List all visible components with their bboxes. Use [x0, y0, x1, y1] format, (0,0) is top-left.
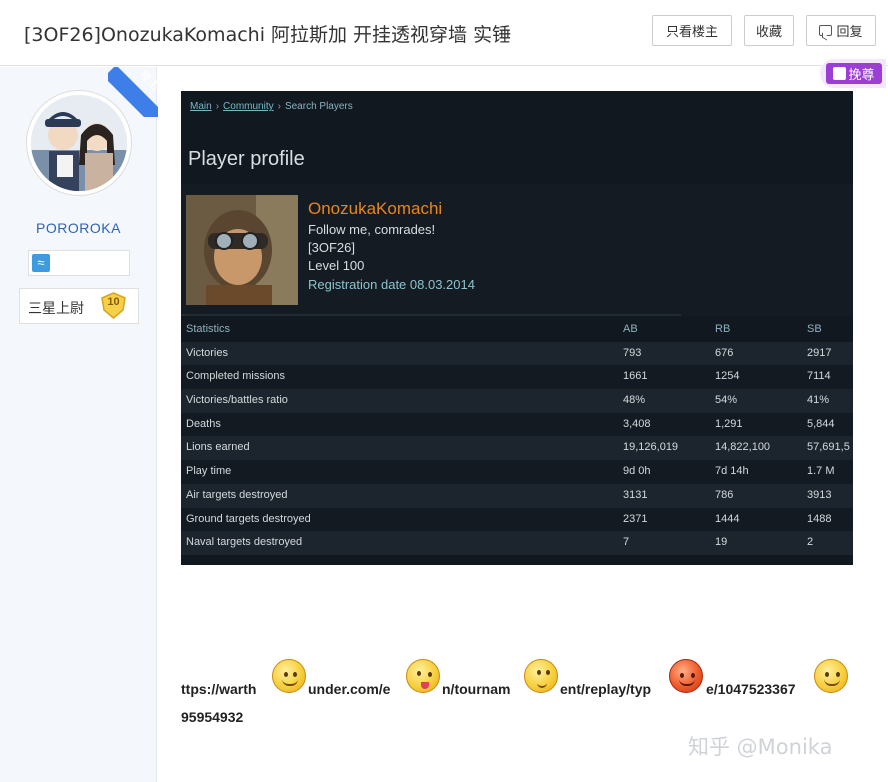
player-profile-screenshot: Main › Community › Search Players Player pro… — [181, 91, 853, 565]
table-cell: 9d 0h — [623, 465, 651, 478]
angry-emoji-icon — [669, 659, 703, 693]
breadcrumb-main: Main — [190, 101, 212, 112]
table-cell: 3913 — [807, 488, 832, 501]
table-cell: Air targets destroyed — [186, 488, 288, 501]
author-username[interactable]: POROROKA — [0, 220, 157, 236]
table-cell: 7114 — [807, 370, 831, 383]
table-cell: 7d 14h — [715, 465, 749, 478]
table-cell: 1.7 M — [807, 465, 835, 478]
table-cell: Deaths — [186, 417, 221, 430]
table-row: Naval targets destroyed 7 19 2 — [181, 531, 853, 555]
table-row: Ground targets destroyed 2371 1444 1488 — [181, 507, 853, 532]
profile-title: Player profile — [188, 148, 305, 170]
table-cell: 1444 — [715, 512, 740, 525]
column-header: AB — [623, 323, 638, 335]
only-op-button[interactable]: 只看楼主 — [652, 15, 732, 46]
table-cell: 48% — [623, 394, 646, 407]
table-cell: Ground targets destroyed — [186, 512, 311, 525]
table-cell: Play time — [186, 465, 232, 478]
table-cell: Naval targets destroyed — [186, 536, 303, 549]
table-cell: 19 — [715, 536, 728, 549]
tongue-emoji-icon — [406, 659, 440, 693]
thinking-emoji-icon — [524, 659, 558, 693]
table-row: Air targets destroyed 3131 786 3913 — [181, 483, 853, 508]
comment-icon — [819, 25, 833, 36]
table-cell: 19,126,019 — [623, 441, 679, 454]
hand-icon — [833, 67, 847, 80]
breadcrumb-community: Community — [223, 101, 274, 112]
table-cell: Victories — [186, 346, 228, 359]
post-text-segment: ttps://warth — [181, 681, 257, 697]
table-cell: Lions earned — [186, 441, 250, 454]
table-cell: 41% — [807, 394, 830, 407]
grin-emoji-icon — [814, 659, 848, 693]
aquarius-icon: ≈ — [32, 254, 50, 272]
post-text-segment: e/1047523367 — [706, 681, 796, 697]
registration-date: Registration date 08.03.2014 — [308, 277, 475, 292]
table-cell: 57,691,5 — [807, 441, 850, 454]
thread-title: [3OF26]OnozukaKomachi 阿拉斯加 开挂透视穿墙 实锤 — [24, 24, 512, 46]
smile-emoji-icon — [272, 659, 306, 693]
support-sticker-label: 挽尊 — [848, 68, 875, 83]
author-sidebar: 楼主 POROROKA ≈ 三星上尉 10 — [0, 67, 158, 782]
table-row: Play time 9d 0h 7d 14h 1.7 M — [181, 460, 853, 484]
table-cell: 676 — [715, 346, 734, 359]
collect-button[interactable]: 收藏 — [744, 15, 794, 46]
column-header: Statistics — [186, 323, 231, 335]
table-cell: 786 — [715, 488, 734, 501]
watermark: 知乎 @Monika — [688, 735, 833, 759]
player-name: OnozukaKomachi — [308, 199, 443, 218]
pilot-avatar — [186, 195, 298, 305]
player-level: Level 100 — [308, 258, 365, 273]
table-cell: 54% — [715, 394, 738, 407]
table-cell: 3,408 — [623, 417, 651, 430]
table-cell: 793 — [623, 346, 642, 359]
thread-header: [3OF26]OnozukaKomachi 阿拉斯加 开挂透视穿墙 实锤 只看楼… — [0, 0, 888, 66]
column-header: SB — [807, 323, 822, 335]
table-cell: 1661 — [623, 370, 648, 383]
table-row: Completed missions 1661 1254 7114 — [181, 365, 853, 390]
table-cell: 1254 — [715, 370, 740, 383]
table-row: Victories 793 676 2917 — [181, 341, 853, 366]
post-text-segment: under.com/e — [308, 681, 391, 697]
level-number: 10 — [107, 296, 120, 308]
table-row: Lions earned 19,126,019 14,822,100 57,69… — [181, 436, 853, 461]
post-text-line: 95954932 — [181, 709, 244, 725]
op-ribbon: 楼主 — [108, 67, 158, 117]
breadcrumb-current: Search Players — [284, 101, 353, 112]
column-header: RB — [715, 323, 731, 335]
breadcrumb: Main › Community › Search Players — [190, 101, 353, 112]
table-cell: 2371 — [623, 512, 648, 525]
player-squadron: [3OF26] — [308, 240, 355, 255]
player-motto: Follow me, comrades! — [308, 222, 436, 237]
table-cell: 5,844 — [807, 417, 835, 430]
post-text-segment: ent/replay/typ — [560, 681, 652, 697]
table-row: Victories/battles ratio 48% 54% 41% — [181, 389, 853, 413]
table-cell: 2 — [807, 536, 814, 549]
table-cell: 7 — [623, 536, 630, 549]
table-row: Deaths 3,408 1,291 5,844 — [181, 412, 853, 437]
statistics-table: Statistics AB RB SB Victories 793 676 29… — [181, 318, 853, 555]
table-cell: 1488 — [807, 512, 832, 525]
table-cell: 1,291 — [715, 417, 743, 430]
table-cell: Victories/battles ratio — [186, 394, 288, 407]
post-text-segment: n/tournam — [442, 681, 511, 697]
rank-label: 三星上尉 — [28, 301, 84, 317]
zodiac-badge: ≈ — [28, 250, 130, 276]
reply-label: 回复 — [836, 25, 863, 40]
reply-button[interactable]: 回复 — [806, 15, 876, 46]
rank-badge: 三星上尉 10 — [19, 288, 139, 324]
table-cell: Completed missions — [186, 370, 286, 383]
support-sticker[interactable]: 挽尊 — [820, 59, 886, 88]
table-cell: 2917 — [807, 346, 832, 359]
table-header-row: Statistics AB RB SB — [181, 318, 853, 342]
table-cell: 3131 — [623, 488, 648, 501]
table-cell: 14,822,100 — [715, 441, 771, 454]
